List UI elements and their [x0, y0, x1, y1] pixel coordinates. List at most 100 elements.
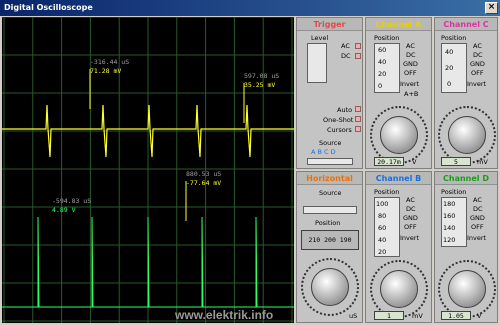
- cursor4-value: 4.89 V: [52, 206, 76, 214]
- channel-a-tick-1: 40: [378, 58, 387, 66]
- channel-d-ac[interactable]: AC: [473, 196, 482, 204]
- channel-a-tick-3: 0: [378, 82, 383, 90]
- channel-c-tick-2: 0: [447, 80, 452, 88]
- horizontal-unit: uS: [349, 312, 358, 320]
- cursor3-time: 880.53 uS: [186, 170, 222, 178]
- channel-b-tick-2: 60: [378, 224, 387, 232]
- channel-a-invert[interactable]: Invert: [400, 80, 419, 88]
- channel-b-panel: Channel B Position 100 80 60 40 20 AC DC…: [365, 171, 432, 323]
- cursor4-time: -594.83 uS: [52, 197, 92, 205]
- channel-a-readout: 20.17m: [374, 157, 404, 166]
- trigger-source-letters: A B C D: [311, 148, 336, 156]
- cursor2-time: 597.08 uS: [244, 72, 280, 80]
- channel-d-tick-1: 160: [443, 212, 456, 220]
- channel-c-unit: mV: [477, 158, 488, 166]
- channel-a-ac[interactable]: AC: [406, 42, 415, 50]
- horizontal-timebase-dial[interactable]: [311, 268, 349, 306]
- cursor2-value: 35.25 mV: [244, 81, 276, 89]
- trigger-auto: Auto: [337, 106, 353, 114]
- channel-b-tick-0: 100: [376, 200, 389, 208]
- channel-a-dc[interactable]: DC: [406, 51, 416, 59]
- oscilloscope-screen: -316.44 uS 71.28 mV 597.08 uS 35.25 mV 8…: [2, 16, 294, 323]
- trigger-ac[interactable]: AC: [341, 42, 350, 50]
- trigger-header: Trigger: [297, 18, 362, 31]
- cursor3-value: -77.64 mV: [186, 179, 222, 187]
- channel-c-tick-1: 20: [445, 64, 454, 72]
- trigger-dc[interactable]: DC: [341, 52, 351, 60]
- channel-c-readout: 5: [441, 157, 471, 166]
- channel-c-dc[interactable]: DC: [473, 51, 483, 59]
- channel-d-gnd[interactable]: GND: [470, 214, 485, 222]
- trigger-cursors: Cursors: [327, 126, 352, 134]
- trigger-dc-button[interactable]: [355, 53, 361, 59]
- channel-a-volts-dial[interactable]: [380, 116, 418, 154]
- channel-b-volts-dial[interactable]: [380, 270, 418, 308]
- channel-b-position-label: Position: [374, 188, 400, 196]
- channel-c-tick-0: 40: [445, 48, 454, 56]
- close-button[interactable]: ×: [485, 2, 498, 14]
- window-title: Digital Oscilloscope: [4, 3, 93, 12]
- channel-c-gnd[interactable]: GND: [470, 60, 485, 68]
- channel-c-panel: Channel C Position 40 20 0 AC DC GND OFF…: [434, 17, 498, 169]
- channel-d-position-label: Position: [441, 188, 467, 196]
- channel-b-tick-1: 80: [378, 212, 387, 220]
- channel-b-gnd[interactable]: GND: [403, 214, 418, 222]
- channel-a-tick-0: 60: [378, 46, 387, 54]
- watermark: www.elektrik.info: [175, 308, 274, 322]
- trigger-panel: Trigger Level AC DC Auto One-Shot Cursor…: [296, 17, 363, 169]
- channel-b-tick-3: 40: [378, 236, 387, 244]
- channel-d-panel: Channel D Position 180 160 140 120 AC DC…: [434, 171, 498, 323]
- channel-b-unit: mV: [412, 312, 423, 320]
- trigger-level-slider[interactable]: [307, 43, 327, 83]
- trigger-ac-button[interactable]: [355, 43, 361, 49]
- horizontal-panel: Horizontal Source Position 210 200 190 u…: [296, 171, 363, 323]
- channel-a-off[interactable]: OFF: [404, 69, 417, 77]
- channel-d-invert[interactable]: Invert: [467, 234, 486, 242]
- channel-b-tick-4: 20: [378, 248, 387, 256]
- channel-a-aplusb[interactable]: A+B: [404, 90, 418, 98]
- channel-d-header: Channel D: [435, 172, 497, 185]
- channel-a-tick-2: 20: [378, 70, 387, 78]
- scope-grid: [2, 16, 294, 323]
- horizontal-source-slider[interactable]: [303, 206, 357, 214]
- window-titlebar: Digital Oscilloscope ×: [0, 0, 500, 16]
- trigger-source-slider[interactable]: [307, 158, 353, 165]
- channel-d-unit: V: [477, 312, 482, 320]
- channel-a-header: Channel A: [366, 18, 431, 31]
- channel-d-off[interactable]: OFF: [471, 223, 484, 231]
- channel-c-off[interactable]: OFF: [471, 69, 484, 77]
- trigger-oneshot: One-Shot: [323, 116, 354, 124]
- channel-b-invert[interactable]: Invert: [400, 234, 419, 242]
- channel-d-tick-3: 120: [443, 236, 456, 244]
- channel-c-position-label: Position: [441, 34, 467, 42]
- trigger-level-label: Level: [311, 34, 329, 42]
- channel-c-invert[interactable]: Invert: [467, 80, 486, 88]
- channel-d-tick-2: 140: [443, 224, 456, 232]
- trigger-cursors-button[interactable]: [355, 126, 361, 132]
- channel-c-ac[interactable]: AC: [473, 42, 482, 50]
- horizontal-source-label: Source: [319, 189, 342, 197]
- trigger-source-label: Source: [319, 139, 342, 147]
- trigger-auto-button[interactable]: [355, 106, 361, 112]
- channel-d-tick-0: 180: [443, 200, 456, 208]
- channel-b-readout: 1: [374, 311, 404, 320]
- channel-a-panel: Channel A Position 60 40 20 0 AC DC GND …: [365, 17, 432, 169]
- channel-b-ac[interactable]: AC: [406, 196, 415, 204]
- channel-d-volts-dial[interactable]: [448, 270, 486, 308]
- channel-a-unit: V: [412, 158, 417, 166]
- cursor1-time: -316.44 uS: [90, 58, 130, 66]
- channel-b-dc[interactable]: DC: [406, 205, 416, 213]
- cursor1-value: 71.28 mV: [90, 67, 122, 75]
- horizontal-position-label: Position: [315, 219, 341, 227]
- channel-d-readout: 1.05: [441, 311, 471, 320]
- channel-d-dc[interactable]: DC: [473, 205, 483, 213]
- channel-d-trace: [2, 216, 294, 308]
- channel-a-gnd[interactable]: GND: [403, 60, 418, 68]
- channel-a-position-label: Position: [374, 34, 400, 42]
- horizontal-position-readout[interactable]: 210 200 190: [301, 230, 359, 250]
- channel-c-volts-dial[interactable]: [448, 116, 486, 154]
- horizontal-header: Horizontal: [297, 172, 362, 185]
- channel-b-off[interactable]: OFF: [404, 223, 417, 231]
- channel-b-header: Channel B: [366, 172, 431, 185]
- trigger-oneshot-button[interactable]: [355, 116, 361, 122]
